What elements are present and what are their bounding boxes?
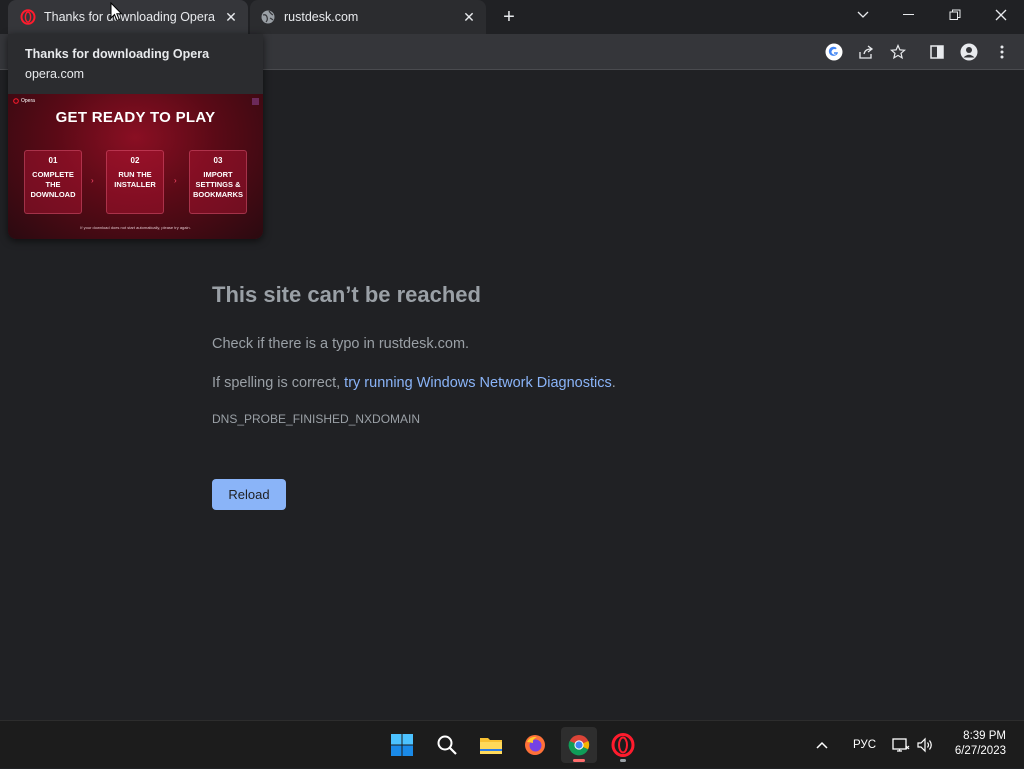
hover-card-title: Thanks for downloading Opera [25,47,210,61]
preview-step-1: 01 COMPLETE THE DOWNLOAD [24,150,82,214]
tab-title: rustdesk.com [284,10,359,24]
active-indicator [573,759,585,762]
step-number: 01 [48,156,58,165]
tab-rustdesk[interactable]: rustdesk.com ✕ [250,0,486,34]
opera-icon [20,9,36,25]
step-line: SETTINGS & [195,180,241,189]
preview-logo-text: Opera [21,98,35,104]
mouse-cursor-icon [110,2,123,22]
close-window-button[interactable] [978,0,1024,30]
step-line: IMPORT [203,170,233,179]
chrome-button[interactable] [561,727,597,763]
language-indicator[interactable]: РУС [853,721,876,769]
bookmark-button[interactable] [888,42,908,62]
firefox-icon [525,735,545,755]
profile-icon [960,43,978,61]
step-line: BOOKMARKS [193,190,243,199]
search-icon [437,735,457,755]
step-line: COMPLETE [32,170,74,179]
opera-icon [611,733,635,757]
step-line: DOWNLOAD [30,190,76,199]
tab-opera[interactable]: Thanks for downloading Opera ✕ [8,0,248,34]
close-tab-icon[interactable]: ✕ [458,6,480,28]
step-label: COMPLETE THE DOWNLOAD [25,170,81,200]
step-line: INSTALLER [114,180,156,189]
tab-strip: Thanks for downloading Opera ✕ rustdesk.… [0,0,1024,34]
tab-search-button[interactable] [840,0,886,30]
network-icon [892,738,910,752]
diagnostics-link[interactable]: try running Windows Network Diagnostics [344,375,612,391]
folder-icon [480,738,502,754]
clock-date: 6/27/2023 [954,745,1006,757]
minimize-icon [903,14,914,15]
reload-button[interactable]: Reload [212,479,286,510]
new-tab-button[interactable]: + [497,6,521,28]
step-label: IMPORT SETTINGS & BOOKMARKS [190,170,246,200]
opera-taskbar-button[interactable] [605,727,641,763]
error-diagnostics-hint: If spelling is correct, try running Wind… [212,375,812,392]
preview-footer: If your download does not start automati… [80,225,191,230]
step-line: RUN THE [118,170,152,179]
profile-button[interactable] [959,42,979,62]
preview-step-3: 03 IMPORT SETTINGS & BOOKMARKS [189,150,247,214]
step-label: RUN THE INSTALLER [107,170,163,190]
side-panel-button[interactable] [927,42,947,62]
volume-icon [917,737,932,753]
network-button[interactable] [892,721,910,769]
menu-button[interactable] [992,42,1012,62]
restore-icon [949,9,961,20]
preview-heading: GET READY TO PLAY [55,109,216,126]
step-arrow-icon: › [174,176,177,185]
google-lens-button[interactable] [824,42,844,62]
firefox-button[interactable] [517,727,553,763]
hover-card-preview: Opera GET READY TO PLAY 01 COMPLETE THE … [8,94,263,239]
error-title: This site can’t be reached [212,282,481,307]
google-icon [825,43,843,61]
kebab-menu-icon [1000,45,1004,59]
side-panel-icon [930,45,944,59]
step-line: THE [45,180,61,189]
taskbar: РУС 8:39 PM 6/27/2023 [0,720,1024,768]
globe-icon [261,10,275,24]
preview-close-icon [252,98,259,105]
restore-button[interactable] [932,0,978,30]
search-taskbar-button[interactable] [429,727,465,763]
diagnostics-suffix: . [611,375,616,391]
windows-icon [391,734,413,756]
volume-button[interactable] [916,721,934,769]
opera-icon [13,98,19,104]
hover-card-url: opera.com [25,67,85,81]
star-icon [890,44,906,60]
tray-overflow-button[interactable] [816,721,828,769]
close-icon [995,9,1007,21]
step-number: 03 [213,156,223,165]
step-arrow-icon: › [91,176,94,185]
diagnostics-prefix: If spelling is correct, [212,375,345,391]
share-button[interactable] [856,42,876,62]
running-indicator [620,759,626,762]
chevron-down-icon [857,11,869,18]
file-explorer-button[interactable] [473,727,509,763]
chevron-up-icon [816,741,828,749]
share-icon [859,45,874,59]
clock[interactable]: 8:39 PM 6/27/2023 [955,729,1006,759]
preview-logo: Opera [13,98,35,104]
tab-hover-card: Thanks for downloading Opera opera.com O… [8,34,263,239]
clock-time: 8:39 PM [963,730,1006,742]
step-number: 02 [130,156,140,165]
chrome-icon [568,735,590,756]
error-typo-hint: Check if there is a typo in rustdesk.com… [212,336,470,352]
close-tab-icon[interactable]: ✕ [220,6,242,28]
error-panel: This site can’t be reached Check if ther… [212,282,812,426]
start-button[interactable] [384,727,420,763]
preview-step-2: 02 RUN THE INSTALLER [106,150,164,214]
minimize-button[interactable] [886,0,932,30]
tab-title: Thanks for downloading Opera [44,10,215,24]
error-code: DNS_PROBE_FINISHED_NXDOMAIN [212,412,421,426]
